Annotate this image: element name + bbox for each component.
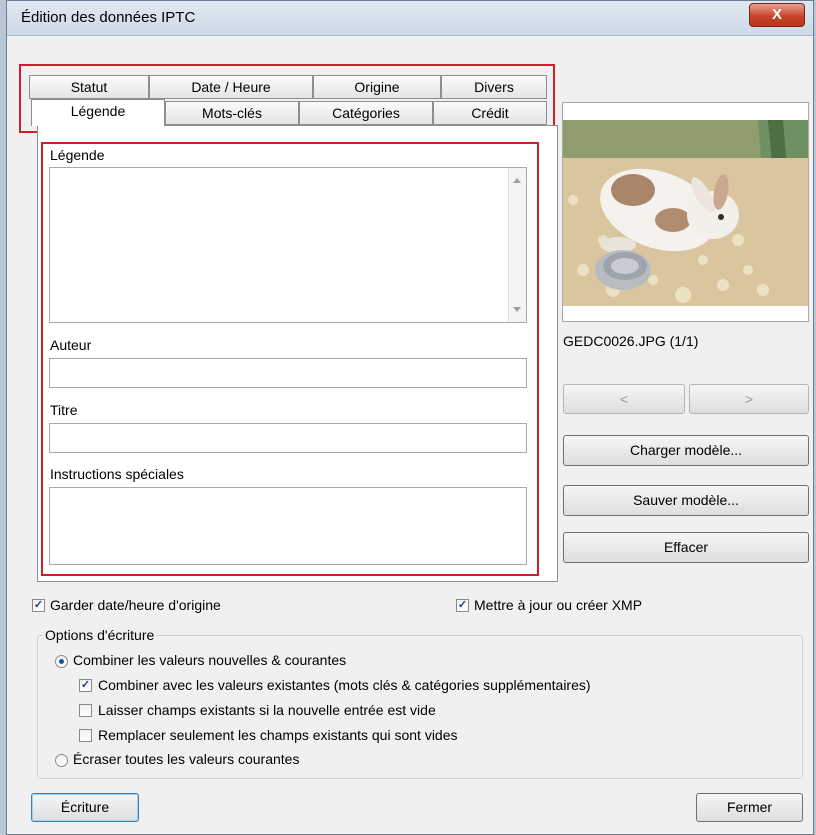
scroll-up-icon[interactable] <box>513 178 521 183</box>
keep-existing-if-empty-label: Laisser champs existants si la nouvelle … <box>98 702 436 718</box>
window-title: Édition des données IPTC <box>21 9 196 26</box>
chevron-left-icon: < <box>619 391 629 407</box>
iptc-edit-dialog: Édition des données IPTC X Statut Date /… <box>6 0 814 835</box>
tab-statut[interactable]: Statut <box>29 75 149 99</box>
write-button[interactable]: Écriture <box>31 793 139 822</box>
keep-date-label: Garder date/heure d'origine <box>50 597 221 613</box>
close-window-button[interactable]: X <box>749 3 805 27</box>
legende-label: Légende <box>50 147 105 163</box>
titre-input[interactable] <box>49 423 527 453</box>
previous-image-button[interactable]: < <box>563 384 685 414</box>
write-options-title: Options d'écriture <box>43 627 157 643</box>
title-bar: Édition des données IPTC X <box>7 1 813 36</box>
next-image-button[interactable]: > <box>689 384 809 414</box>
load-template-button[interactable]: Charger modèle... <box>563 435 809 466</box>
replace-only-empty-checkbox[interactable] <box>79 729 92 742</box>
update-xmp-label: Mettre à jour ou créer XMP <box>474 597 643 613</box>
close-icon: X <box>771 6 782 23</box>
legende-scrollbar[interactable] <box>508 168 526 322</box>
combine-existing-checkbox[interactable]: ✓ <box>79 679 92 692</box>
auteur-label: Auteur <box>50 337 92 353</box>
tab-credit[interactable]: Crédit <box>433 101 547 125</box>
tab-date-heure[interactable]: Date / Heure <box>149 75 313 99</box>
tab-mots-cles[interactable]: Mots-clés <box>165 101 299 125</box>
legende-textarea[interactable] <box>49 167 527 323</box>
save-template-button[interactable]: Sauver modèle... <box>563 485 809 516</box>
clear-button[interactable]: Effacer <box>563 532 809 563</box>
keep-existing-if-empty-checkbox[interactable] <box>79 704 92 717</box>
close-button[interactable]: Fermer <box>696 793 803 822</box>
instructions-label: Instructions spéciales <box>50 466 184 482</box>
keep-date-checkbox[interactable]: ✓ <box>32 599 45 612</box>
update-xmp-checkbox[interactable]: ✓ <box>456 599 469 612</box>
overwrite-values-radio[interactable] <box>55 754 68 767</box>
combine-existing-label: Combiner avec les valeurs existantes (mo… <box>98 677 591 693</box>
scroll-down-icon[interactable] <box>513 307 521 312</box>
image-preview <box>562 102 809 322</box>
combine-values-label: Combiner les valeurs nouvelles & courant… <box>73 652 347 668</box>
combine-values-radio[interactable] <box>55 655 68 668</box>
tab-categories[interactable]: Catégories <box>299 101 433 125</box>
titre-label: Titre <box>50 402 78 418</box>
tab-legende[interactable]: Légende <box>31 99 165 126</box>
tab-divers[interactable]: Divers <box>441 75 547 99</box>
instructions-textarea[interactable] <box>49 487 527 565</box>
preview-photo <box>563 120 808 306</box>
chevron-right-icon: > <box>744 391 754 407</box>
tab-origine[interactable]: Origine <box>313 75 441 99</box>
auteur-input[interactable] <box>49 358 527 388</box>
replace-only-empty-label: Remplacer seulement les champs existants… <box>98 727 458 743</box>
preview-filename: GEDC0026.JPG (1/1) <box>563 333 699 349</box>
overwrite-values-label: Écraser toutes les valeurs courantes <box>73 751 300 767</box>
